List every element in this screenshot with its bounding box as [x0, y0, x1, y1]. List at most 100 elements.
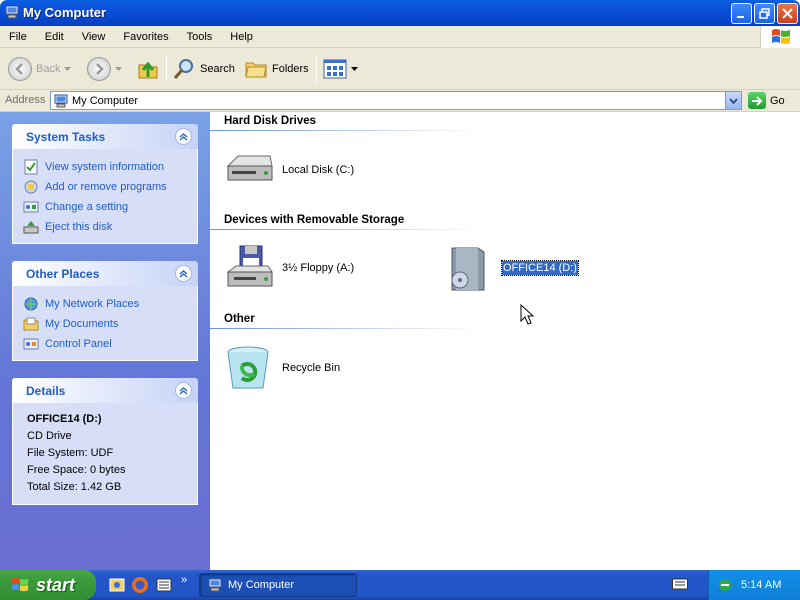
taskbar-my-computer[interactable]: My Computer	[199, 573, 357, 597]
mouse-cursor-icon	[520, 304, 535, 325]
folders-button[interactable]: Folders	[244, 54, 309, 84]
clock[interactable]: 5:14 AM	[741, 579, 781, 591]
forward-dropdown-icon[interactable]	[115, 66, 122, 72]
address-input[interactable]: My Computer	[50, 91, 742, 110]
collapse-button[interactable]	[175, 382, 192, 399]
task-add-remove-programs[interactable]: Add or remove programs	[23, 177, 197, 197]
hard-disk-icon	[226, 155, 273, 181]
toolbar-separator	[166, 56, 167, 82]
cd-drive-icon	[451, 247, 485, 291]
go-button[interactable]: Go	[748, 92, 785, 109]
task-label: Change a setting	[45, 201, 129, 213]
system-tasks-header[interactable]: System Tasks	[12, 124, 198, 149]
taskbar: start » My Computer 5:14 AM	[0, 570, 800, 600]
folder-up-icon	[138, 61, 158, 79]
menu-bar: File Edit View Favorites Tools Help	[0, 26, 800, 48]
forward-arrow-icon	[87, 57, 111, 81]
back-dropdown-icon[interactable]	[64, 66, 72, 72]
keyboard-icon[interactable]	[672, 578, 688, 591]
group-removable-storage: Devices with Removable Storage	[224, 214, 405, 226]
menu-edit[interactable]: Edit	[36, 28, 73, 46]
system-info-icon	[24, 159, 38, 175]
explorer-quicklaunch-icon[interactable]	[108, 576, 126, 594]
address-label: Address	[5, 94, 46, 106]
system-tray: 5:14 AM	[708, 570, 800, 600]
task-label: View system information	[45, 161, 165, 173]
views-dropdown-icon[interactable]	[351, 66, 358, 72]
close-button[interactable]	[777, 3, 798, 24]
search-label: Search	[200, 63, 235, 75]
task-label: Eject this disk	[45, 221, 113, 233]
my-documents-icon	[23, 317, 39, 331]
details-file-system: File System: UDF	[27, 447, 114, 459]
drive-local-disk-c[interactable]: Local Disk (C:)	[224, 146, 354, 194]
menu-view[interactable]: View	[73, 28, 115, 46]
up-button[interactable]	[136, 54, 160, 84]
task-view-system-info[interactable]: View system information	[23, 157, 197, 177]
details-title: Details	[26, 384, 66, 398]
place-my-network-places[interactable]: My Network Places	[23, 294, 197, 314]
place-label: My Documents	[45, 318, 119, 330]
other-places-header[interactable]: Other Places	[12, 261, 198, 286]
my-computer-icon	[54, 94, 68, 107]
system-tasks-panel: System Tasks View system information Add…	[12, 124, 198, 244]
group-hard-disk-drives: Hard Disk Drives	[224, 115, 317, 127]
quicklaunch-overflow-icon[interactable]: »	[181, 574, 187, 586]
firefox-icon[interactable]	[131, 576, 149, 594]
restore-button[interactable]	[754, 3, 775, 24]
task-eject-disk[interactable]: Eject this disk	[23, 217, 197, 237]
chevron-down-icon	[729, 97, 738, 104]
details-panel: Details OFFICE14 (D:) CD Drive File Syst…	[12, 378, 198, 505]
eject-icon	[23, 221, 39, 234]
restore-icon	[759, 8, 770, 19]
folders-label: Folders	[272, 63, 309, 75]
collapse-button[interactable]	[175, 128, 192, 145]
other-places-panel: Other Places My Network Places My Docume…	[12, 261, 198, 361]
folders-icon	[245, 62, 267, 78]
network-status-icon[interactable]	[717, 577, 733, 593]
menu-help[interactable]: Help	[221, 28, 262, 46]
drive-office14-d[interactable]: OFFICE14 (D:)	[444, 244, 579, 292]
menu-tools[interactable]: Tools	[178, 28, 222, 46]
file-view: Hard Disk Drives Local Disk (C:) Devices…	[210, 112, 800, 570]
search-button[interactable]: Search	[172, 54, 235, 84]
collapse-button[interactable]	[175, 265, 192, 282]
task-label: Add or remove programs	[45, 181, 167, 193]
toolbar-separator	[316, 56, 317, 82]
place-my-documents[interactable]: My Documents	[23, 314, 197, 334]
address-bar: Address My Computer Go	[0, 90, 800, 112]
drive-floppy-a[interactable]: 3½ Floppy (A:)	[224, 244, 354, 292]
address-dropdown-button[interactable]	[725, 92, 741, 109]
windows-logo	[760, 26, 800, 48]
minimize-button[interactable]	[731, 3, 752, 24]
views-button[interactable]	[323, 54, 358, 84]
network-places-icon	[24, 297, 38, 311]
system-tasks-title: System Tasks	[26, 130, 106, 144]
menu-favorites[interactable]: Favorites	[114, 28, 177, 46]
chevron-up-icon	[179, 270, 188, 278]
item-label: 3½ Floppy (A:)	[282, 262, 355, 274]
group-other: Other	[224, 313, 255, 325]
my-computer-icon	[5, 5, 19, 19]
media-player-icon[interactable]	[155, 576, 173, 594]
search-icon	[173, 59, 193, 79]
start-button[interactable]: start	[0, 570, 96, 600]
chevron-up-icon	[179, 133, 188, 141]
windows-flag-icon	[771, 29, 790, 44]
taskbar-window-label: My Computer	[228, 579, 295, 591]
task-pane: System Tasks View system information Add…	[0, 112, 210, 570]
details-header[interactable]: Details	[12, 378, 198, 403]
place-label: My Network Places	[45, 298, 140, 310]
menu-file[interactable]: File	[0, 28, 36, 46]
group-divider	[210, 328, 480, 329]
task-change-setting[interactable]: Change a setting	[23, 197, 197, 217]
place-control-panel[interactable]: Control Panel	[23, 334, 197, 354]
item-label: Recycle Bin	[282, 362, 341, 374]
back-button[interactable]: Back	[8, 54, 72, 84]
title-bar[interactable]: My Computer	[0, 0, 800, 26]
other-places-title: Other Places	[26, 267, 100, 281]
recycle-bin-icon	[227, 346, 269, 389]
windows-flag-icon	[11, 577, 29, 592]
recycle-bin[interactable]: Recycle Bin	[224, 344, 340, 392]
forward-button[interactable]	[87, 54, 122, 84]
